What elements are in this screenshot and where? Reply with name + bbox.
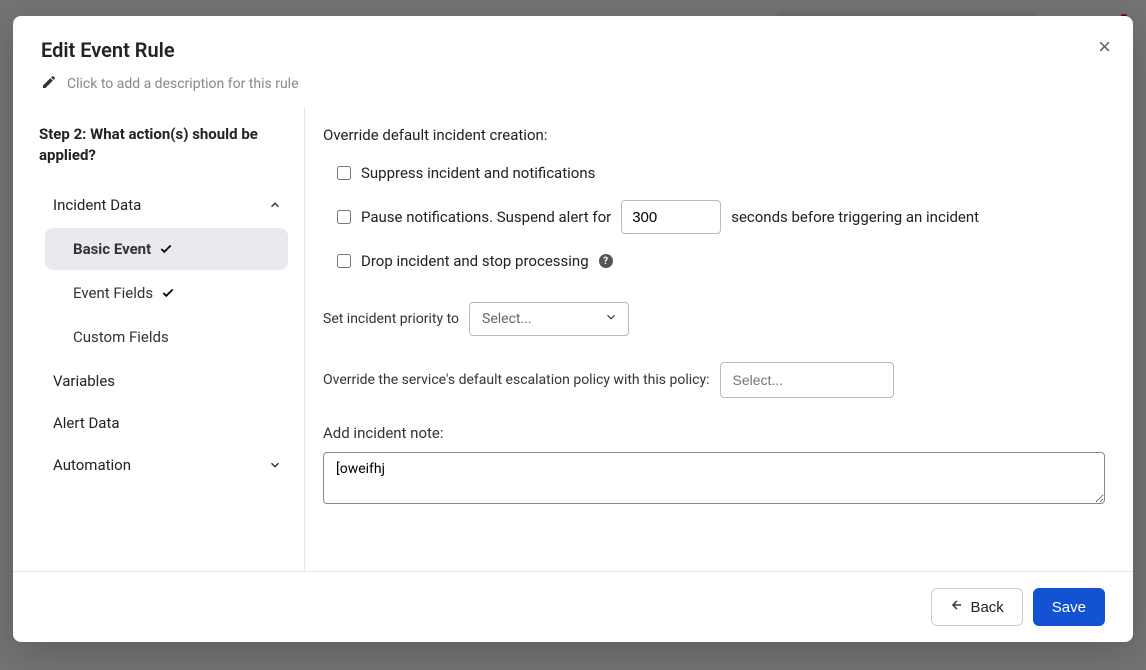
sidebar-group-label: Alert Data	[53, 414, 120, 432]
chevron-down-icon	[604, 310, 618, 328]
note-label: Add incident note:	[323, 424, 1105, 442]
check-icon	[159, 242, 173, 256]
sidebar-item-basic-event[interactable]: Basic Event	[45, 228, 288, 270]
drop-label: Drop incident and stop processing	[361, 252, 589, 270]
sidebar-item-event-fields[interactable]: Event Fields	[45, 272, 288, 314]
sidebar: Step 2: What action(s) should be applied…	[13, 108, 305, 571]
suppress-checkbox[interactable]	[337, 166, 351, 180]
close-button[interactable]: ×	[1098, 34, 1111, 60]
sidebar-item-label: Event Fields	[73, 284, 153, 302]
pause-checkbox[interactable]	[337, 210, 351, 224]
help-icon[interactable]: ?	[599, 254, 613, 268]
edit-event-rule-modal: Edit Event Rule × Click to add a descrip…	[13, 16, 1133, 642]
save-label: Save	[1052, 599, 1086, 616]
modal-title: Edit Event Rule	[41, 38, 1105, 62]
sidebar-group-alert-data[interactable]: Alert Data	[39, 402, 294, 444]
sidebar-group-automation[interactable]: Automation	[39, 444, 294, 486]
pause-suffix-label: seconds before triggering an incident	[731, 208, 979, 226]
check-icon	[161, 286, 175, 300]
priority-label: Set incident priority to	[323, 311, 459, 327]
chevron-down-icon	[268, 458, 282, 472]
modal-overlay: Edit Event Rule × Click to add a descrip…	[0, 0, 1146, 670]
sidebar-item-label: Custom Fields	[73, 328, 169, 346]
chevron-up-icon	[268, 198, 282, 212]
drop-checkbox[interactable]	[337, 254, 351, 268]
priority-placeholder: Select...	[482, 311, 532, 327]
arrow-left-icon	[950, 598, 964, 616]
main-panel: Override default incident creation: Supp…	[305, 108, 1133, 571]
priority-select[interactable]: Select...	[469, 302, 629, 336]
sidebar-group-label: Variables	[53, 372, 115, 390]
sidebar-group-incident-data[interactable]: Incident Data	[39, 184, 294, 226]
sidebar-item-label: Basic Event	[73, 240, 151, 258]
pencil-icon	[41, 74, 57, 94]
back-button[interactable]: Back	[931, 588, 1022, 626]
back-label: Back	[970, 599, 1003, 616]
sidebar-group-label: Incident Data	[53, 196, 141, 214]
save-button[interactable]: Save	[1033, 588, 1105, 626]
pause-prefix-label: Pause notifications. Suspend alert for	[361, 208, 611, 226]
policy-label: Override the service's default escalatio…	[323, 372, 710, 388]
description-row[interactable]: Click to add a description for this rule	[13, 70, 1133, 108]
pause-seconds-input[interactable]	[621, 200, 721, 234]
policy-select[interactable]	[720, 362, 894, 398]
sidebar-group-variables[interactable]: Variables	[39, 360, 294, 402]
incident-note-textarea[interactable]	[323, 452, 1105, 504]
sidebar-group-label: Automation	[53, 456, 131, 474]
sidebar-item-custom-fields[interactable]: Custom Fields	[45, 316, 288, 358]
override-creation-label: Override default incident creation:	[323, 126, 1105, 144]
step-title: Step 2: What action(s) should be applied…	[39, 124, 269, 166]
suppress-label: Suppress incident and notifications	[361, 164, 595, 182]
description-placeholder: Click to add a description for this rule	[67, 76, 299, 92]
